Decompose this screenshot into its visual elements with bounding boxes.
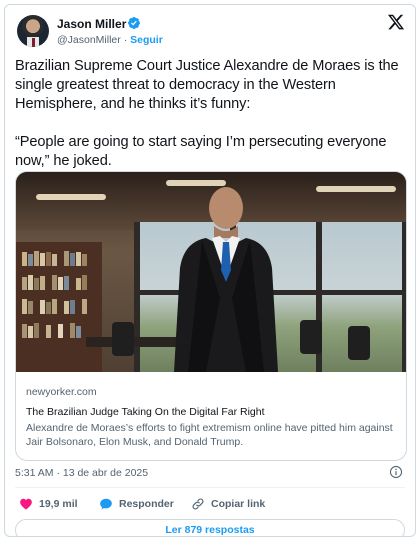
verified-badge-icon — [128, 17, 140, 29]
heart-icon — [20, 498, 32, 510]
tweet-paragraph: “People are going to start saying I’m pe… — [15, 134, 387, 169]
tweet-header: Jason Miller @JasonMiller · Seguir — [15, 13, 405, 49]
tweet-embed-card: Jason Miller @JasonMiller · Seguir Brazi… — [4, 4, 416, 537]
reply-bubble-icon — [100, 498, 112, 510]
tweet-timestamp[interactable]: 5:31 AM · 13 de abr de 2025 — [15, 467, 148, 479]
copy-link-button[interactable]: Copiar link — [191, 495, 265, 513]
x-logo-icon[interactable] — [387, 13, 405, 31]
divider — [15, 487, 405, 488]
reply-button[interactable]: Responder — [99, 495, 174, 513]
author-handle[interactable]: @JasonMiller — [57, 34, 121, 46]
tweet-paragraph: Brazilian Supreme Court Justice Alexandr… — [15, 58, 399, 112]
author-name[interactable]: Jason Miller — [57, 17, 126, 31]
handle-separator: · — [123, 34, 128, 46]
person-figure — [174, 187, 278, 372]
article-photo — [16, 172, 406, 372]
link-preview-card[interactable]: newyorker.com The Brazilian Judge Taking… — [15, 171, 407, 461]
link-description: Alexandre de Moraes’s efforts to fight e… — [26, 422, 393, 448]
follow-button[interactable]: Seguir — [130, 34, 163, 46]
link-domain: newyorker.com — [26, 386, 97, 398]
link-title: The Brazilian Judge Taking On the Digita… — [26, 406, 265, 418]
copy-link-label: Copiar link — [211, 498, 266, 510]
like-button[interactable]: 19,9 mil — [19, 495, 78, 513]
tweet-actions: 19,9 mil Responder Copiar link — [15, 495, 405, 513]
link-icon — [192, 498, 204, 510]
author-handle-line: @JasonMiller · Seguir — [57, 34, 163, 46]
read-replies-button[interactable]: Ler 879 respostas — [15, 519, 405, 536]
info-icon[interactable] — [389, 465, 403, 479]
avatar[interactable] — [17, 15, 49, 47]
like-count: 19,9 mil — [39, 498, 78, 510]
reply-label: Responder — [119, 498, 174, 510]
link-meta: newyorker.com The Brazilian Judge Taking… — [26, 378, 398, 449]
